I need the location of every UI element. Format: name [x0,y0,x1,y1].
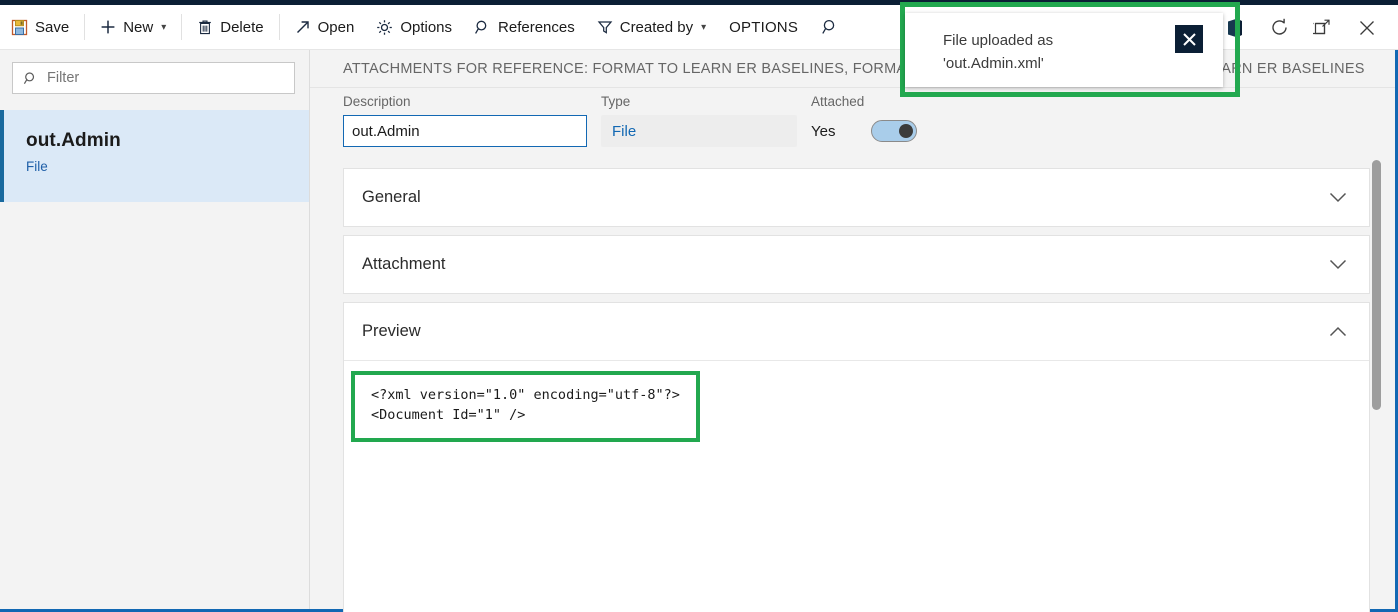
search-button[interactable] [810,8,850,46]
save-label: Save [35,20,69,35]
chevron-down-icon: ▾ [701,22,706,33]
attached-row: Yes [811,115,1011,147]
options-button[interactable]: Options [365,8,463,46]
left-panel: out.Admin File [0,50,310,609]
section-attachment: Attachment [343,235,1370,294]
section-attachment-title: Attachment [362,255,445,274]
plus-icon [100,19,116,35]
save-button[interactable]: Save [0,8,80,46]
accordion-area: General Attachment Preview [310,147,1395,612]
popout-icon[interactable] [1309,14,1337,42]
attached-field: Attached Yes [811,94,1011,147]
references-button[interactable]: References [463,8,586,46]
save-icon [11,19,28,36]
type-label: Type [601,94,797,109]
delete-label: Delete [220,20,263,35]
attached-value: Yes [811,123,835,140]
upload-notification: File uploaded as 'out.Admin.xml' [905,13,1223,87]
chevron-down-icon[interactable] [1329,259,1347,270]
new-label: New [123,20,153,35]
delete-button[interactable]: Delete [186,8,274,46]
chevron-down-icon[interactable] [1329,192,1347,203]
search-icon [821,18,839,36]
description-input[interactable] [343,115,587,147]
section-attachment-header[interactable]: Attachment [344,236,1369,293]
toolbar-separator [181,14,182,40]
type-value[interactable]: File [601,115,797,147]
search-icon [23,71,38,86]
list-item-title: out.Admin [26,130,309,152]
section-general: General [343,168,1370,227]
section-preview: Preview <?xml version="1.0" encoding="ut… [343,302,1370,612]
toggle-knob [899,124,913,138]
list-item[interactable]: out.Admin File [0,110,309,202]
section-general-title: General [362,188,421,207]
options-label: Options [400,20,452,35]
chevron-up-icon[interactable] [1329,326,1347,337]
main-content: Description Type File Attached Yes [310,88,1395,609]
notification-message: File uploaded as 'out.Admin.xml' [943,30,1053,76]
filter-funnel-icon [597,19,613,35]
references-label: References [498,20,575,35]
new-button[interactable]: New ▾ [89,8,177,46]
section-preview-title: Preview [362,322,421,341]
type-field: Type File [601,94,797,147]
open-button[interactable]: Open [284,8,366,46]
search-icon [474,19,491,36]
chevron-down-icon: ▾ [161,22,166,33]
vertical-scrollbar[interactable] [1372,160,1381,600]
close-icon[interactable] [1175,25,1203,53]
created-by-button[interactable]: Created by ▾ [586,8,717,46]
section-preview-header[interactable]: Preview [344,303,1369,360]
search-input[interactable] [47,70,284,86]
open-arrow-icon [295,19,311,35]
filter-container [0,50,309,104]
window-controls [1221,5,1389,50]
trash-icon [197,19,213,36]
toolbar-separator [279,14,280,40]
filter-box[interactable] [12,62,295,94]
options-menu-button[interactable]: OPTIONS [717,8,810,46]
created-by-label: Created by [620,20,693,35]
preview-body: <?xml version="1.0" encoding="utf-8"?> <… [344,360,1369,612]
open-label: Open [318,20,355,35]
section-general-header[interactable]: General [344,169,1369,226]
xml-highlight-box: <?xml version="1.0" encoding="utf-8"?> <… [351,371,700,442]
xml-preview-content: <?xml version="1.0" encoding="utf-8"?> <… [355,375,696,438]
notification-highlight-box: File uploaded as 'out.Admin.xml' [900,2,1240,97]
description-field: Description [343,94,587,147]
close-icon[interactable] [1353,14,1381,42]
scrollbar-thumb[interactable] [1372,160,1381,410]
toolbar-separator [84,14,85,40]
application-window: Save New ▾ Delete [0,0,1398,612]
description-label: Description [343,94,587,109]
refresh-icon[interactable] [1265,14,1293,42]
list-item-subtitle: File [26,159,309,174]
gear-icon [376,19,393,36]
attached-toggle[interactable] [871,120,917,142]
